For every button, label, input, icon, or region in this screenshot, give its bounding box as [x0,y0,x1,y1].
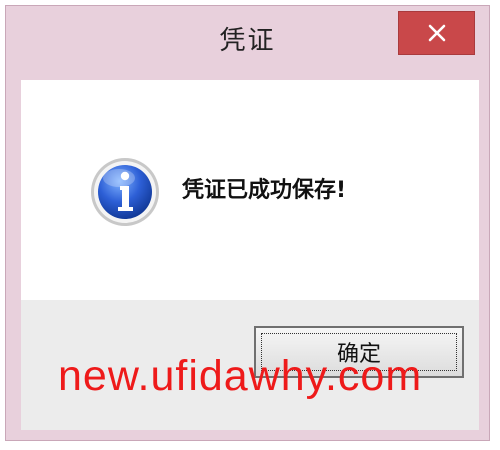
close-icon [428,24,445,42]
watermark-text: new.ufidawhy.com [58,352,423,400]
titlebar[interactable]: 凭证 [6,6,489,74]
info-icon [91,158,159,226]
close-button[interactable] [398,11,475,55]
message-area: 凭证已成功保存! [21,80,479,300]
message-text: 凭证已成功保存! [182,178,347,203]
